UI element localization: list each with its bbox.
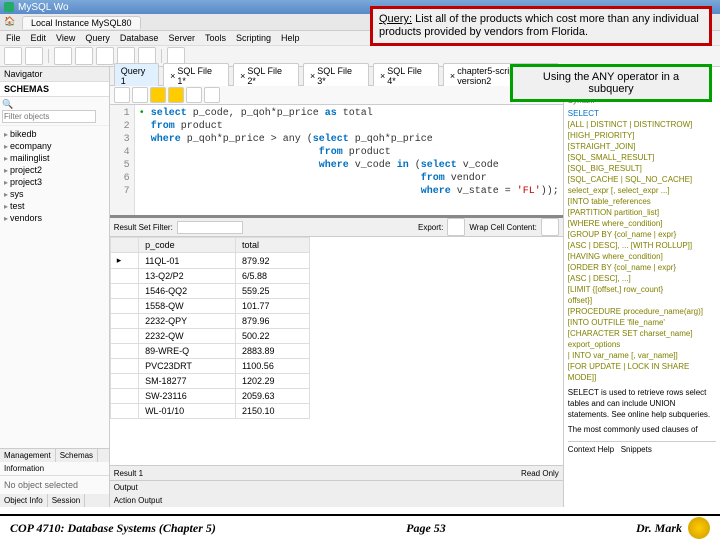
output-label: Output: [114, 483, 138, 492]
menu-view[interactable]: View: [56, 33, 75, 43]
nav-footer: Management Schemas Information No object…: [0, 448, 109, 507]
table-row: 89-WRE-Q2883.89: [110, 344, 309, 359]
help-panel: ◂ ▸ Topic: SELECT Syntax: SELECT [ALL | …: [563, 67, 720, 507]
footer-mid: Page 53: [406, 521, 446, 536]
schema-item: ▸project2: [4, 164, 105, 176]
query-toolbar: [110, 86, 563, 105]
export-label: Export:: [418, 223, 443, 232]
open-sql-icon[interactable]: [25, 47, 43, 65]
execute-current-icon[interactable]: [168, 87, 184, 103]
schema-item: ▸mailinglist: [4, 152, 105, 164]
table-row: WL-01/102150.10: [110, 404, 309, 419]
search-icon: 🔍: [2, 99, 13, 109]
wrap-icon[interactable]: [541, 218, 559, 236]
main-area: Navigator SCHEMAS 🔍 ▸bikedb ▸ecompany ▸m…: [0, 67, 720, 507]
select-kw: SELECT: [568, 108, 716, 119]
result-filter-input[interactable]: [177, 221, 243, 234]
filter-row: 🔍: [0, 97, 109, 126]
navigator-panel: Navigator SCHEMAS 🔍 ▸bikedb ▸ecompany ▸m…: [0, 67, 110, 507]
context-help-tab[interactable]: Context Help: [568, 445, 614, 454]
export-icon[interactable]: [447, 218, 465, 236]
table-row: PVC23DRT1100.56: [110, 359, 309, 374]
tbtn-4[interactable]: [75, 47, 93, 65]
menu-query[interactable]: Query: [85, 33, 110, 43]
code-area[interactable]: • select p_code, p_qoh*p_price as total …: [135, 105, 563, 215]
footer-right: Dr. Mark: [636, 521, 682, 536]
tbtn-3[interactable]: [54, 47, 72, 65]
tbtn-5[interactable]: [96, 47, 114, 65]
query-tabs: Query 1 ×SQL File 1* ×SQL File 2* ×SQL F…: [110, 67, 563, 86]
output-panel: Output Action Output: [110, 480, 563, 507]
tab-objinfo[interactable]: Object Info: [0, 494, 48, 507]
schema-item: ▸vendors: [4, 212, 105, 224]
table-row: SW-231162059.63: [110, 389, 309, 404]
table-row: ▸11QL-01879.92: [110, 253, 309, 269]
schema-item: ▸bikedb: [4, 128, 105, 140]
action-output-label[interactable]: Action Output: [114, 496, 162, 505]
result-tab[interactable]: Result 1: [114, 469, 143, 478]
result-toolbar: Result Set Filter: Export: Wrap Cell Con…: [110, 218, 563, 237]
app-icon: [4, 2, 14, 12]
menu-scripting[interactable]: Scripting: [236, 33, 271, 43]
schema-tree[interactable]: ▸bikedb ▸ecompany ▸mailinglist ▸project2…: [0, 126, 109, 448]
new-sql-icon[interactable]: [4, 47, 22, 65]
schema-item: ▸sys: [4, 188, 105, 200]
no-object-label: No object selected: [0, 476, 109, 494]
separator: [161, 49, 162, 63]
result-grid[interactable]: p_codetotal ▸11QL-01879.92 13-Q2/P26/5.8…: [110, 237, 563, 465]
table-row: 13-Q2/P26/5.88: [110, 269, 309, 284]
slide-footer: COP 4710: Database Systems (Chapter 5) P…: [0, 514, 720, 540]
wrap-label: Wrap Cell Content:: [469, 223, 536, 232]
home-icon[interactable]: 🏠: [4, 16, 16, 28]
menu-server[interactable]: Server: [168, 33, 195, 43]
info-header: Information: [0, 462, 109, 476]
menu-tools[interactable]: Tools: [205, 33, 226, 43]
help-desc: SELECT is used to retrieve rows select t…: [568, 387, 716, 420]
callout-query: Query: List all of the products which co…: [370, 6, 712, 46]
tab-session[interactable]: Session: [48, 494, 85, 507]
connection-tab[interactable]: Local Instance MySQL80: [22, 16, 141, 29]
schema-item: ▸ecompany: [4, 140, 105, 152]
separator: [48, 49, 49, 63]
result-tabs: Result 1 Read Only: [110, 465, 563, 480]
filter-label: Result Set Filter:: [114, 223, 173, 232]
app-title: MySQL Wo: [18, 2, 69, 13]
callout-any: Using the ANY operator in a subquery: [510, 64, 712, 102]
snippets-tab[interactable]: Snippets: [621, 445, 652, 454]
execute-icon[interactable]: [150, 87, 166, 103]
table-row: 2232-QW500.22: [110, 329, 309, 344]
readonly-label: Read Only: [521, 469, 559, 478]
schema-item: ▸test: [4, 200, 105, 212]
help-common: The most commonly used clauses of: [568, 424, 716, 435]
center-panel: Query 1 ×SQL File 1* ×SQL File 2* ×SQL F…: [110, 67, 563, 507]
col-pcode[interactable]: p_code: [139, 238, 236, 253]
table-row: 1546-QQ2559.25: [110, 284, 309, 299]
filter-input[interactable]: [2, 110, 96, 123]
line-gutter: 1234567: [110, 105, 135, 215]
footer-left: COP 4710: Database Systems (Chapter 5): [10, 521, 216, 536]
table-row: 1558-QW101.77: [110, 299, 309, 314]
stop-icon[interactable]: [204, 87, 220, 103]
col-total[interactable]: total: [235, 238, 309, 253]
explain-icon[interactable]: [186, 87, 202, 103]
schema-item: ▸project3: [4, 176, 105, 188]
nav-header: Navigator: [4, 69, 43, 79]
nav-tab-schemas[interactable]: Schemas: [56, 449, 98, 462]
menu-help[interactable]: Help: [281, 33, 300, 43]
nav-tab-management[interactable]: Management: [0, 449, 56, 462]
menu-file[interactable]: File: [6, 33, 21, 43]
menu-edit[interactable]: Edit: [31, 33, 47, 43]
schemas-label: SCHEMAS: [0, 82, 109, 97]
table-row: SM-182771202.29: [110, 374, 309, 389]
help-body: [ALL | DISTINCT | DISTINCTROW][HIGH_PRIO…: [568, 119, 716, 383]
table-row: 2232-QPY879.96: [110, 314, 309, 329]
ucf-logo-icon: [688, 517, 710, 539]
menu-database[interactable]: Database: [120, 33, 159, 43]
save-icon[interactable]: [132, 87, 148, 103]
sql-editor[interactable]: 1234567 • select p_code, p_qoh*p_price a…: [110, 105, 563, 218]
open-icon[interactable]: [114, 87, 130, 103]
